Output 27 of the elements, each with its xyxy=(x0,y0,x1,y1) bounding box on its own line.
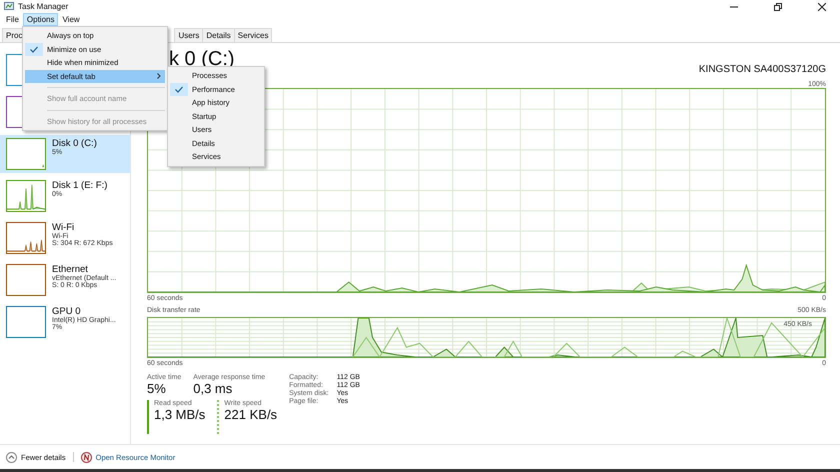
speed-legend-line xyxy=(217,400,220,434)
device-name: Disk 1 (E: F:) xyxy=(52,180,108,191)
app-icon xyxy=(4,2,14,11)
device-name: Ethernet xyxy=(52,264,88,275)
restore-icon[interactable] xyxy=(774,2,782,10)
menu-item[interactable]: File xyxy=(2,13,23,26)
checkmark-icon xyxy=(25,42,43,56)
stat-value: 0,3 ms xyxy=(193,381,234,396)
tab[interactable]: Services xyxy=(234,28,272,42)
close-icon[interactable] xyxy=(818,2,826,10)
stat-value: 221 KB/s xyxy=(224,407,278,422)
tab[interactable]: Users xyxy=(174,28,204,42)
resource-monitor-icon xyxy=(80,452,92,462)
menu-item[interactable]: Options xyxy=(22,13,58,26)
device-name: Disk 0 (C:) xyxy=(52,138,97,149)
disk-model: KINGSTON SA400S37120G xyxy=(698,64,826,75)
stat-value: 1,3 MB/s xyxy=(154,407,206,422)
chevron-icon xyxy=(157,73,161,80)
menu-item[interactable]: View xyxy=(58,13,84,26)
checkmark-icon xyxy=(170,82,188,96)
collapse-icon[interactable] xyxy=(6,452,17,462)
device-name: Wi-Fi xyxy=(52,222,76,233)
device-name: GPU 0 xyxy=(52,306,82,317)
stat-value: 5% xyxy=(147,381,167,396)
window-title: Task Manager xyxy=(18,2,68,11)
speed-legend-line xyxy=(147,400,149,434)
tab[interactable]: Details xyxy=(202,28,235,42)
